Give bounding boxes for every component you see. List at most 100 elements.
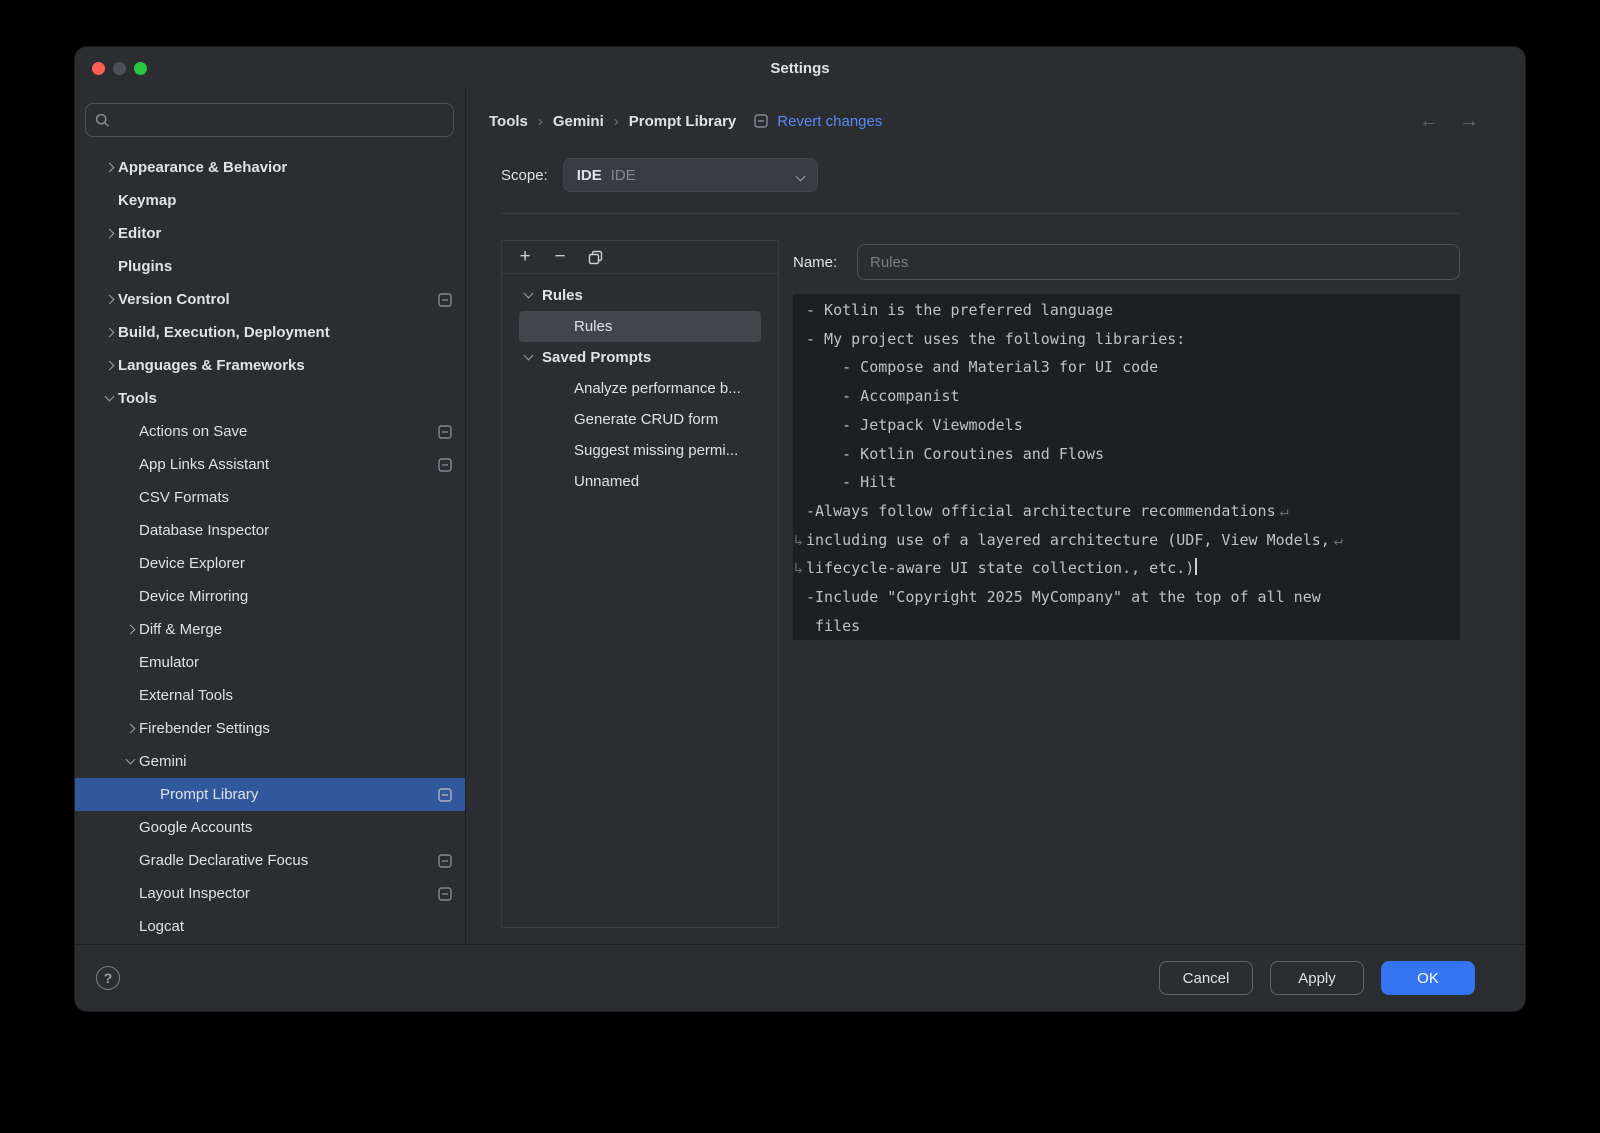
sidebar-item-database-inspector[interactable]: Database Inspector [75,514,465,547]
sidebar-item-tools[interactable]: Tools [75,382,465,415]
modified-settings-icon [754,114,768,128]
sidebar-item-gemini[interactable]: Gemini [75,745,465,778]
settings-search-input[interactable] [117,112,444,128]
search-icon [95,113,110,128]
modified-settings-icon [438,425,452,439]
sidebar-item-emulator[interactable]: Emulator [75,646,465,679]
text-caret [1195,558,1197,575]
prompt-item-generate-crud-form[interactable]: Generate CRUD form [502,404,778,435]
zoom-window-button[interactable] [134,62,147,75]
window-title: Settings [770,60,829,77]
history-navigation: ← → [1419,110,1479,133]
sidebar-item-firebender-settings[interactable]: Firebender Settings [75,712,465,745]
cancel-button[interactable]: Cancel [1159,961,1253,995]
chevron-right-icon [104,361,114,371]
sidebar-item-appearance-behavior[interactable]: Appearance & Behavior [75,151,465,184]
editor-line: ↳lifecycle-aware UI state collection., e… [806,554,1448,583]
prompt-group-saved-prompts[interactable]: Saved Prompts [502,342,778,373]
prompt-item-rules[interactable]: Rules [519,311,761,342]
chevron-down-icon [524,351,534,361]
modified-settings-icon [438,458,452,472]
prompt-item-suggest-missing-permissions[interactable]: Suggest missing permi... [502,435,778,466]
sidebar-item-external-tools[interactable]: External Tools [75,679,465,712]
editor-line: files [806,612,1448,640]
prompt-item-unnamed[interactable]: Unnamed [502,466,778,497]
settings-window: Settings Appearance & Behavior Keymap [75,47,1525,1011]
copy-prompt-button[interactable] [585,247,605,267]
sidebar-item-device-mirroring[interactable]: Device Mirroring [75,580,465,613]
prompts-toolbar: + − [502,241,778,274]
sidebar-item-csv-formats[interactable]: CSV Formats [75,481,465,514]
remove-prompt-button[interactable]: − [550,247,570,267]
prompt-name-input[interactable] [857,244,1460,280]
sidebar-item-plugins[interactable]: Plugins [75,250,465,283]
sidebar-item-gradle-declarative-focus[interactable]: Gradle Declarative Focus [75,844,465,877]
breadcrumb-prompt-library: Prompt Library [629,113,737,130]
sidebar-item-languages-frameworks[interactable]: Languages & Frameworks [75,349,465,382]
modified-settings-icon [438,788,452,802]
sidebar-item-device-explorer[interactable]: Device Explorer [75,547,465,580]
revert-changes-link[interactable]: Revert changes [777,113,882,130]
sidebar-item-diff-merge[interactable]: Diff & Merge [75,613,465,646]
scope-row: Scope: IDE IDE [501,158,1460,214]
forward-arrow-icon[interactable]: → [1459,110,1479,133]
editor-line: - Hilt [806,468,1448,497]
ok-button[interactable]: OK [1381,961,1475,995]
sidebar-item-actions-on-save[interactable]: Actions on Save [75,415,465,448]
sidebar-item-logcat[interactable]: Logcat [75,910,465,943]
scope-value: IDE [577,167,602,184]
scope-value-detail: IDE [611,167,636,184]
sidebar-item-app-links-assistant[interactable]: App Links Assistant [75,448,465,481]
chevron-right-icon [125,625,135,635]
scope-dropdown[interactable]: IDE IDE [563,158,818,192]
chevron-right-icon [104,295,114,305]
editor-line: - Kotlin is the preferred language [806,296,1448,325]
breadcrumb-separator-icon: › [538,113,543,130]
breadcrumb-tools[interactable]: Tools [489,113,528,130]
breadcrumb-separator-icon: › [614,113,619,130]
modified-settings-icon [438,293,452,307]
sidebar-item-build-execution-deployment[interactable]: Build, Execution, Deployment [75,316,465,349]
soft-wrap-icon: ↵ [1334,531,1343,549]
chevron-right-icon [104,328,114,338]
sidebar-item-prompt-library[interactable]: Prompt Library [75,778,465,811]
prompt-text-editor[interactable]: - Kotlin is the preferred language - My … [793,294,1460,640]
sidebar-item-google-accounts[interactable]: Google Accounts [75,811,465,844]
help-button[interactable]: ? [96,966,120,990]
prompts-pane: + − Rules [501,240,779,928]
scope-label: Scope: [501,167,548,184]
settings-search-box[interactable] [85,103,454,137]
chevron-down-icon [104,392,114,402]
sidebar-item-keymap[interactable]: Keymap [75,184,465,217]
prompt-group-rules[interactable]: Rules [502,280,778,311]
add-prompt-button[interactable]: + [515,247,535,267]
title-bar: Settings [75,47,1525,89]
chevron-right-icon [125,724,135,734]
chevron-down-icon [125,755,135,765]
sidebar-item-layout-inspector[interactable]: Layout Inspector [75,877,465,910]
editor-line: ↳including use of a layered architecture… [806,526,1448,555]
apply-button[interactable]: Apply [1270,961,1364,995]
settings-content: Tools › Gemini › Prompt Library Revert c… [466,89,1525,944]
name-label: Name: [793,254,857,271]
sidebar-item-version-control[interactable]: Version Control [75,283,465,316]
prompt-detail: Name: - Kotlin is the preferred language… [793,240,1460,928]
chevron-down-icon [524,289,534,299]
back-arrow-icon[interactable]: ← [1419,110,1439,133]
footer-buttons: Cancel Apply OK [1159,961,1475,995]
prompts-tree: Rules Rules Saved Prompts Analyze perfor… [502,274,778,497]
window-controls [92,47,147,89]
dialog-body: Appearance & Behavior Keymap Editor Plug… [75,89,1525,944]
settings-sidebar: Appearance & Behavior Keymap Editor Plug… [75,89,466,944]
close-window-button[interactable] [92,62,105,75]
dialog-footer: ? Cancel Apply OK [75,944,1525,1011]
prompt-item-analyze-performance[interactable]: Analyze performance b... [502,373,778,404]
chevron-down-icon [795,171,805,181]
breadcrumb-gemini[interactable]: Gemini [553,113,604,130]
editor-line: - My project uses the following librarie… [806,325,1448,354]
soft-wrap-icon: ↳ [794,554,806,583]
sidebar-item-editor[interactable]: Editor [75,217,465,250]
soft-wrap-icon: ↵ [1280,502,1289,520]
breadcrumb: Tools › Gemini › Prompt Library Revert c… [466,89,1525,137]
minimize-window-button[interactable] [113,62,126,75]
